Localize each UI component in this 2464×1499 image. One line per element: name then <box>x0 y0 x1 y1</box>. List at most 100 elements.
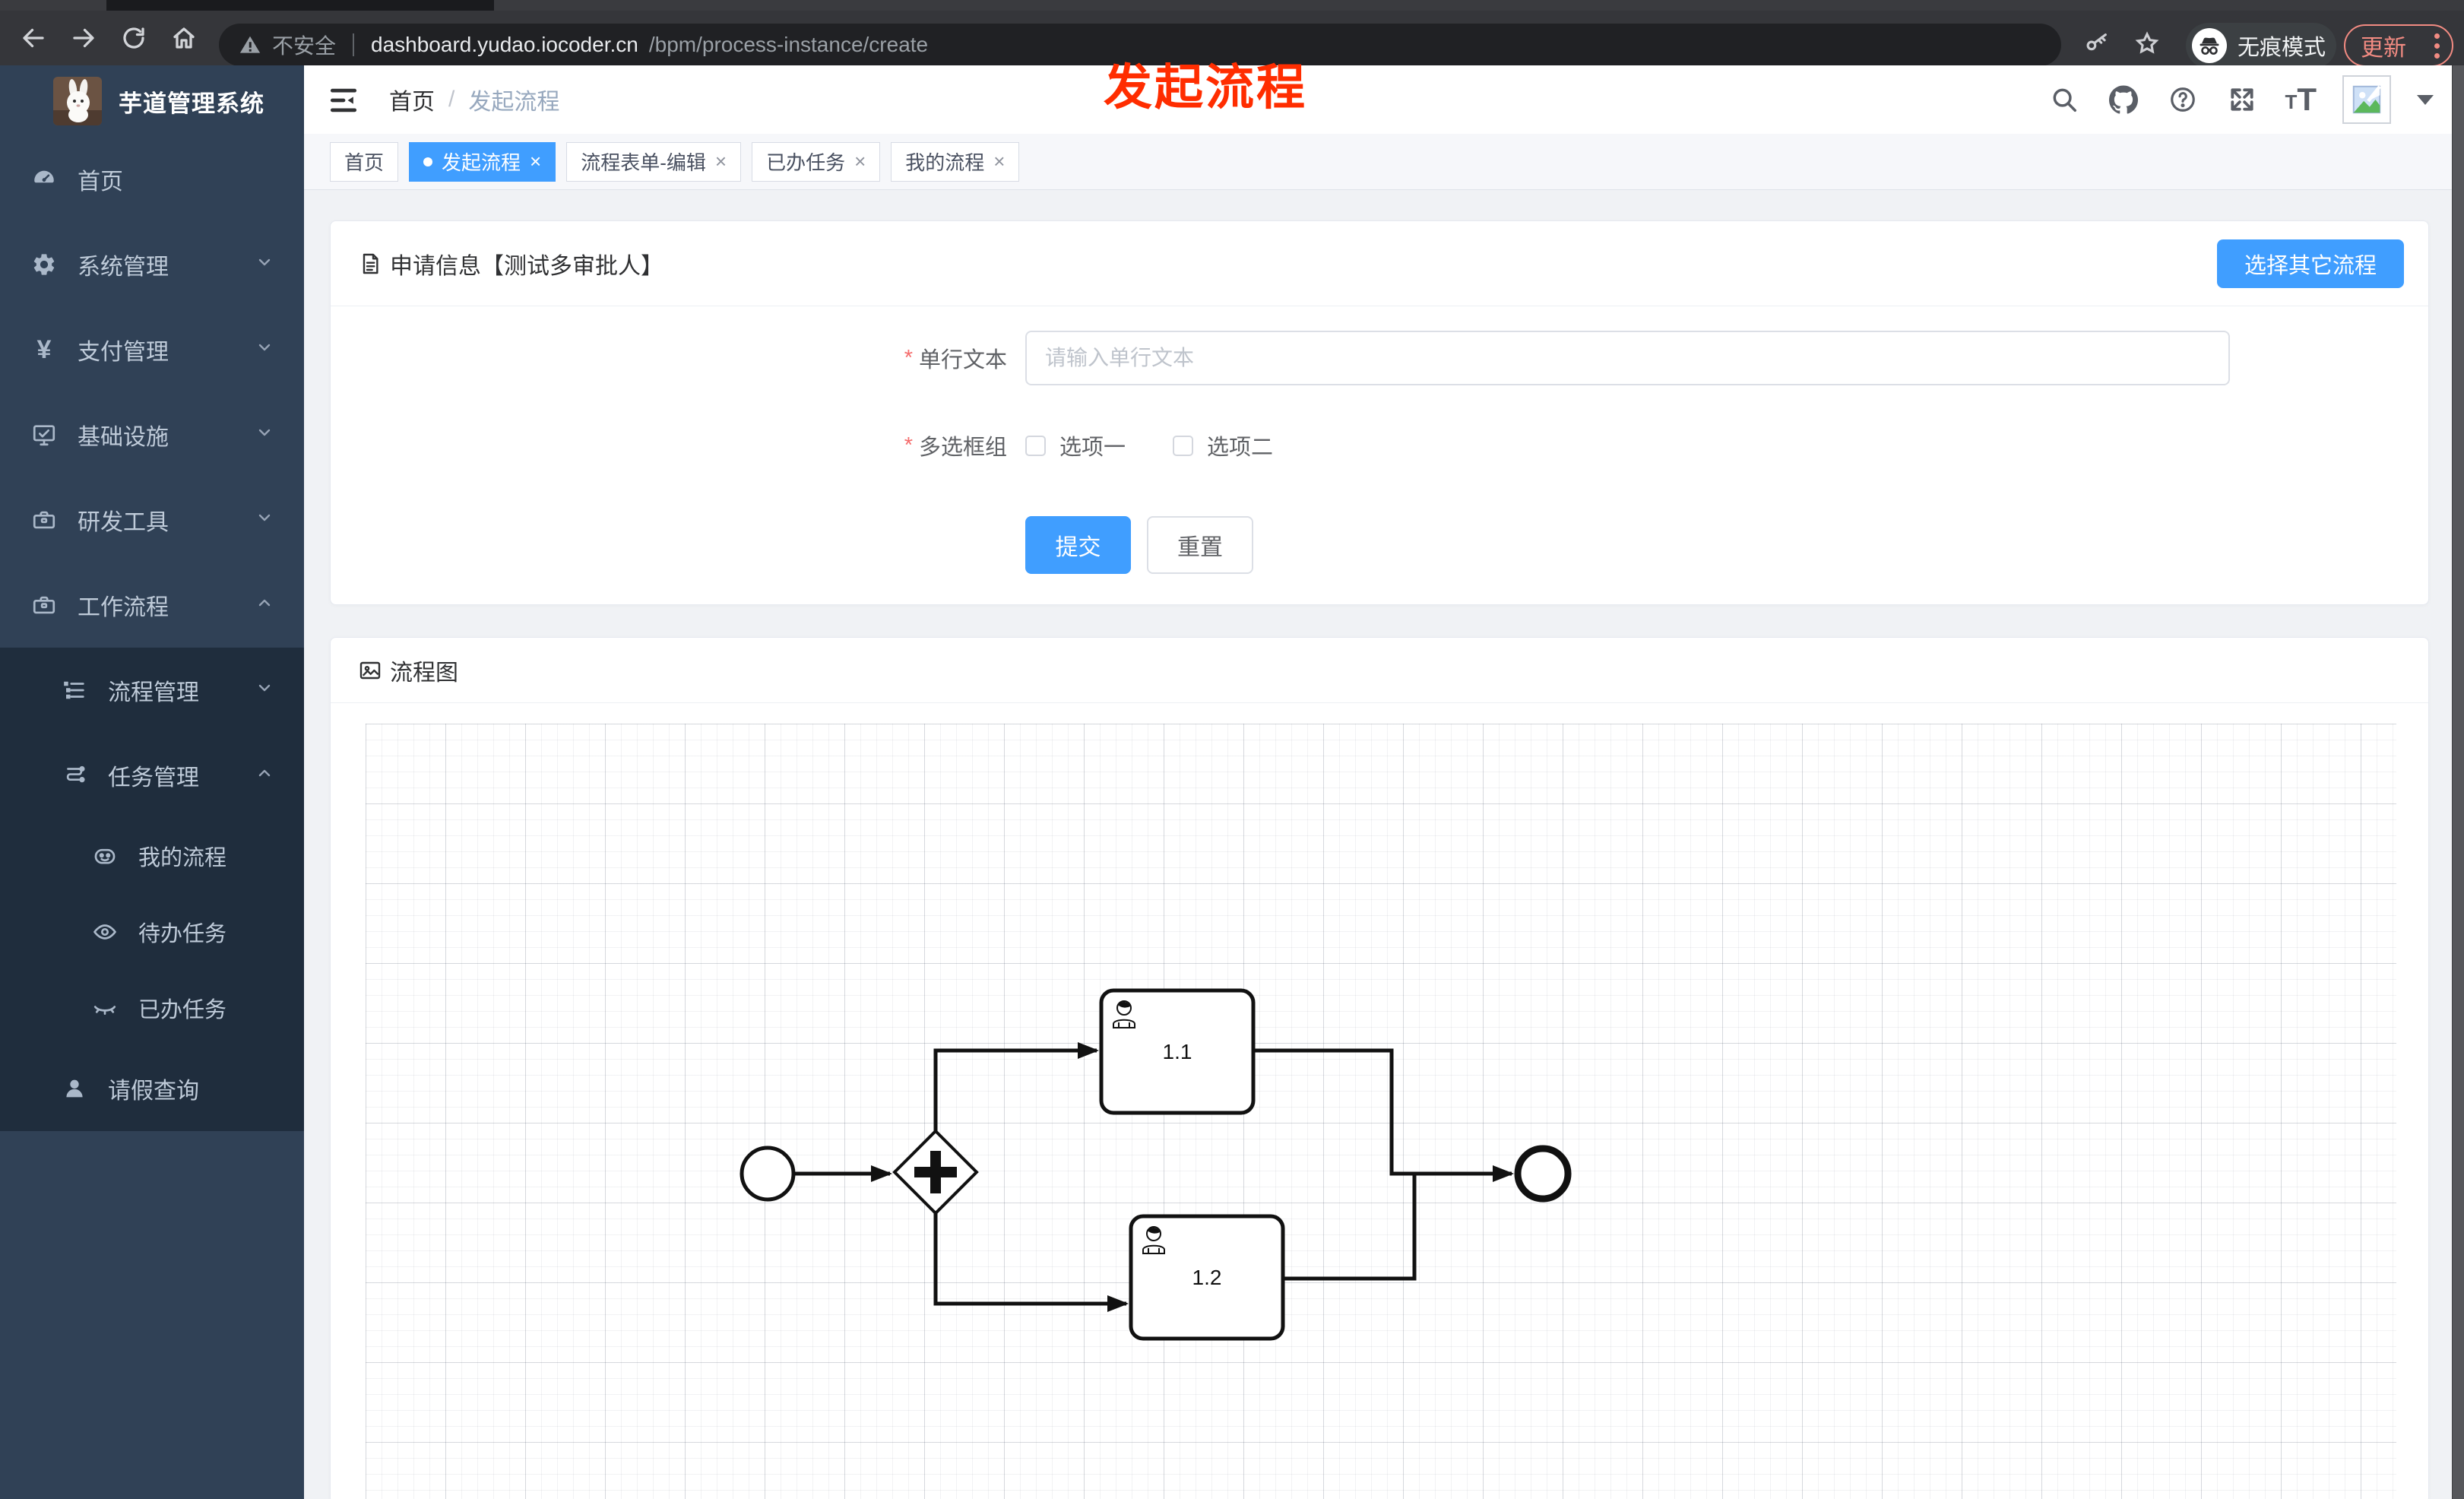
bpmn-canvas[interactable]: 1.1 1.2 <box>366 724 2396 1499</box>
end-event-node[interactable] <box>1514 1145 1572 1203</box>
fullscreen-button[interactable] <box>2225 83 2259 116</box>
forward-button[interactable] <box>67 21 100 55</box>
home-icon <box>173 27 195 49</box>
help-button[interactable] <box>2166 83 2200 116</box>
checkbox-option-1[interactable]: 选项一 <box>1025 429 1126 461</box>
user-task-1-2-node[interactable]: 1.2 <box>1129 1214 1285 1341</box>
sidebar-fold-button[interactable] <box>327 84 360 117</box>
edge-gateway-to-task1[interactable] <box>933 1042 1099 1131</box>
tag-done-tasks[interactable]: 已办任务 × <box>752 141 881 182</box>
sidebar-item-workflow[interactable]: 工作流程 <box>0 563 304 648</box>
security-label[interactable]: 不安全 <box>272 30 336 60</box>
app-title: 芋道管理系统 <box>119 90 264 117</box>
topbar: 首页 / 发起流程 T T <box>304 65 2464 134</box>
close-icon[interactable]: × <box>715 150 727 173</box>
start-event-node[interactable] <box>740 1146 796 1202</box>
bookmark-button[interactable] <box>2134 30 2165 61</box>
edge-task2-to-end[interactable] <box>1283 1174 1417 1281</box>
close-icon[interactable]: × <box>854 150 866 173</box>
sidebar-item-system[interactable]: 系统管理 <box>0 222 304 307</box>
chevron-down-icon <box>255 337 274 363</box>
parallel-gateway-node[interactable] <box>892 1129 979 1215</box>
card-title: 流程图 <box>390 660 458 686</box>
workflow-submenu: 流程管理 任务管理 我的流程 待办任务 已办任务 请假查询 <box>0 648 304 1131</box>
card-header: 流程图 <box>331 638 2428 703</box>
refresh-icon <box>123 27 144 49</box>
font-size-button[interactable]: TT <box>2285 84 2317 116</box>
breadcrumb-home[interactable]: 首页 <box>389 83 435 116</box>
red-annotation-text: 发起流程 <box>1104 60 1307 115</box>
edge-task1-to-end[interactable] <box>1253 1048 1514 1182</box>
home-button[interactable] <box>167 21 201 55</box>
edge-gateway-to-task2[interactable] <box>933 1213 1129 1312</box>
required-mark: * <box>904 345 913 370</box>
back-button[interactable] <box>17 21 50 55</box>
task-label: 1.1 <box>1163 1040 1192 1063</box>
reset-button[interactable]: 重置 <box>1147 516 1253 574</box>
tags-view-bar: 首页 发起流程 × 流程表单-编辑 × 已办任务 × 我的流程 × <box>304 134 2464 190</box>
chevron-down-icon <box>255 507 274 533</box>
card-header: 申请信息【测试多审批人】 选择其它流程 <box>331 221 2428 306</box>
browser-tab-edge <box>0 0 106 11</box>
sidebar-item-label: 已办任务 <box>138 998 227 1022</box>
browser-menu-update-button[interactable]: 更新 <box>2344 24 2453 67</box>
document-icon <box>363 253 378 274</box>
checkbox-label: 选项一 <box>1059 436 1126 460</box>
tag-my-process[interactable]: 我的流程 × <box>891 141 1020 182</box>
close-icon[interactable]: × <box>993 150 1005 173</box>
kebab-menu-icon[interactable] <box>2434 33 2440 59</box>
choose-other-process-button[interactable]: 选择其它流程 <box>2216 239 2404 288</box>
sidebar-item-todo-tasks[interactable]: 待办任务 <box>0 894 304 970</box>
sidebar-item-process-mgmt[interactable]: 流程管理 <box>0 648 304 733</box>
topbar-actions: TT <box>2048 65 2434 134</box>
chevron-up-icon <box>255 592 274 618</box>
screen: 不安全 dashboard.yudao.iocoder.cn/bpm/proce… <box>0 0 2464 1499</box>
monitor-icon <box>30 421 58 448</box>
checkbox-icon[interactable] <box>1025 435 1046 456</box>
forward-icon <box>73 28 94 48</box>
close-icon[interactable]: × <box>530 150 541 173</box>
single-line-text-input[interactable] <box>1025 331 2230 385</box>
update-label[interactable]: 更新 <box>2361 29 2406 62</box>
refresh-button[interactable] <box>117 21 150 55</box>
sidebar-item-leave-query[interactable]: 请假查询 <box>0 1046 304 1131</box>
chevron-down-icon <box>255 252 274 277</box>
star-icon <box>2135 31 2159 54</box>
incognito-badge: 无痕模式 <box>2186 23 2336 68</box>
user-task-1-1-node[interactable]: 1.1 <box>1099 988 1256 1115</box>
url-divider <box>353 33 355 56</box>
user-icon <box>61 1075 88 1102</box>
required-mark: * <box>904 433 913 458</box>
checkbox-label: 选项二 <box>1207 436 1274 460</box>
search-button[interactable] <box>2048 83 2081 116</box>
tag-home[interactable]: 首页 <box>330 141 399 182</box>
passkey-button[interactable] <box>2084 30 2114 61</box>
avatar[interactable] <box>2342 75 2391 124</box>
tag-label: 已办任务 <box>766 151 846 174</box>
sidebar-item-done-tasks[interactable]: 已办任务 <box>0 970 304 1046</box>
sidebar-logo[interactable]: 芋道管理系统 <box>0 65 304 137</box>
back-icon <box>23 28 44 48</box>
tag-label: 首页 <box>344 151 385 174</box>
github-button[interactable] <box>2107 83 2140 116</box>
tag-create-process[interactable]: 发起流程 × <box>409 141 556 182</box>
tag-label: 我的流程 <box>905 151 985 174</box>
sidebar-item-my-process[interactable]: 我的流程 <box>0 818 304 894</box>
yen-icon: ¥ <box>36 335 52 364</box>
submit-button[interactable]: 提交 <box>1025 516 1131 574</box>
active-dot <box>423 157 433 166</box>
sidebar-item-devtools[interactable]: 研发工具 <box>0 477 304 563</box>
checkbox-icon[interactable] <box>1173 435 1194 456</box>
tag-form-edit[interactable]: 流程表单-编辑 × <box>566 141 742 182</box>
url-host: dashboard.yudao.iocoder.cn <box>371 33 638 56</box>
avatar-caret-icon[interactable] <box>2417 94 2434 105</box>
sidebar-item-task-mgmt[interactable]: 任务管理 <box>0 733 304 818</box>
browser-active-tab-edge <box>106 0 494 11</box>
checkbox-option-2[interactable]: 选项二 <box>1173 429 1273 461</box>
sidebar-item-payment[interactable]: ¥ 支付管理 <box>0 307 304 392</box>
page-scrollbar[interactable] <box>2452 65 2464 1499</box>
dashboard-icon <box>30 166 58 193</box>
sidebar-item-infra[interactable]: 基础设施 <box>0 392 304 477</box>
sidebar-item-home[interactable]: 首页 <box>0 137 304 222</box>
key-icon <box>2086 33 2107 51</box>
